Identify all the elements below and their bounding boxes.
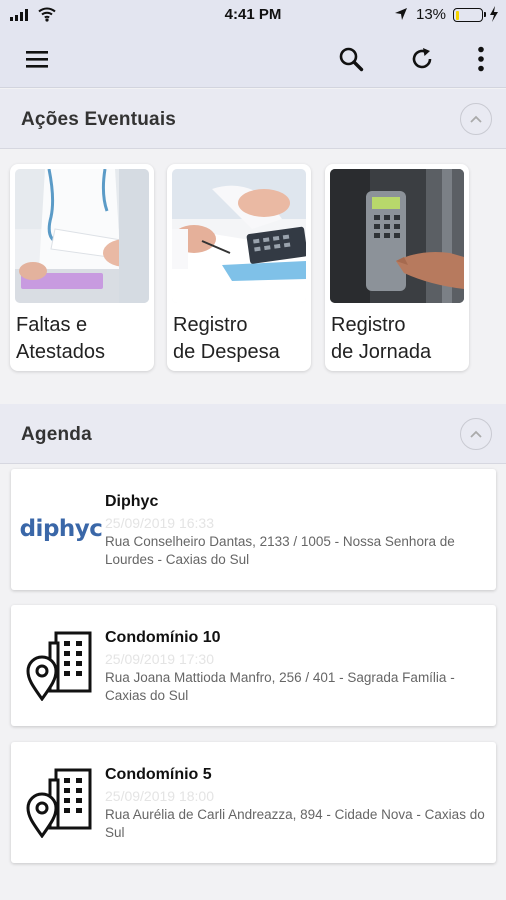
agenda-item-condominio-10[interactable]: Condomínio 10 25/09/2019 17:30 Rua Joana… [11,605,496,726]
charging-bolt-icon [490,6,498,22]
battery-percent: 13% [416,6,447,23]
section-header-agenda: Agenda [0,404,506,464]
building-location-icon [21,625,101,705]
section-header-acoes-eventuais: Ações Eventuais [0,89,506,149]
agenda-item-diphyc[interactable]: diphyc Diphyc 25/09/2019 16:33 Rua Conse… [11,469,496,590]
calculator-photo [172,169,306,303]
agenda-item-address: Rua Aurélia de Carli Andreazza, 894 - Ci… [105,807,485,840]
search-button[interactable] [334,42,368,76]
search-icon [339,47,364,72]
chevron-up-icon [470,115,482,123]
agenda-item-name: Diphyc [105,493,159,510]
action-card-registro-despesa[interactable]: Registro de Despesa [167,164,311,371]
action-card-label: Registro de Jornada [331,314,432,363]
agenda-item-datetime: 25/09/2019 17:30 [105,651,214,667]
refresh-icon [412,48,432,69]
more-vertical-icon [478,46,484,72]
agenda-item-datetime: 25/09/2019 18:00 [105,788,214,804]
battery-level-fill [455,10,459,20]
location-arrow-icon [395,8,407,20]
battery-icon [453,8,486,22]
agenda-item-name: Condomínio 5 [105,766,212,783]
section-title: Ações Eventuais [21,109,177,130]
more-options-button[interactable] [464,42,498,76]
action-card-faltas-atestados[interactable]: Faltas e Atestados [10,164,154,371]
refresh-button[interactable] [405,42,439,76]
chevron-up-icon [470,430,482,438]
diphyc-logo: diphyc [19,489,103,569]
time-clock-photo [330,169,464,303]
action-card-label: Registro de Despesa [173,314,280,363]
menu-icon [26,51,48,68]
status-bar: 4:41 PM 13% [0,0,506,30]
building-location-icon [21,762,101,842]
menu-button[interactable] [20,42,54,76]
agenda-item-datetime: 25/09/2019 16:33 [105,515,214,531]
collapse-acoes-button[interactable] [460,103,492,135]
doctor-photo [15,169,149,303]
diphyc-logo-text: diphyc [19,516,103,542]
action-card-label: Faltas e Atestados [16,314,105,363]
app-bar [0,30,506,88]
agenda-item-condominio-5[interactable]: Condomínio 5 25/09/2019 18:00 Rua Auréli… [11,742,496,863]
collapse-agenda-button[interactable] [460,418,492,450]
agenda-item-address: Rua Conselheiro Dantas, 2133 / 1005 - No… [105,534,455,567]
agenda-item-address: Rua Joana Mattioda Manfro, 256 / 401 - S… [105,670,455,703]
section-title: Agenda [21,424,92,445]
action-card-registro-jornada[interactable]: Registro de Jornada [325,164,469,371]
agenda-item-name: Condomínio 10 [105,629,221,646]
